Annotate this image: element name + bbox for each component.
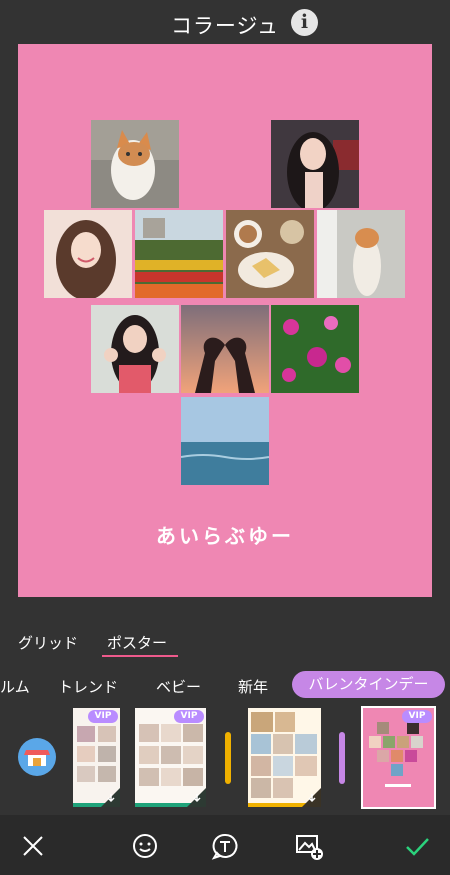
collage-canvas[interactable]: あいらぶゆー bbox=[18, 44, 432, 597]
category-baby[interactable]: ベビー bbox=[156, 676, 201, 697]
add-image-icon[interactable] bbox=[294, 831, 324, 861]
layout-tabs: グリッド ポスター bbox=[0, 628, 450, 658]
vip-badge: VIP bbox=[88, 710, 118, 723]
active-tab-indicator bbox=[102, 655, 178, 657]
category-film[interactable]: ルム bbox=[0, 676, 30, 697]
category-trend[interactable]: トレンド bbox=[58, 676, 118, 697]
page-title: コラージュ bbox=[170, 14, 280, 38]
template-thumb-1[interactable]: VIP bbox=[73, 708, 120, 807]
tab-poster[interactable]: ポスター bbox=[107, 632, 167, 653]
category-bar: ルム トレンド ベビー 新年 バレンタインデー bbox=[0, 670, 450, 700]
category-valentine[interactable]: バレンタインデー bbox=[292, 671, 445, 698]
photo-girl-dark-hair[interactable] bbox=[271, 120, 359, 208]
header: コラージュ i bbox=[0, 0, 450, 46]
photo-flower-garden[interactable] bbox=[135, 210, 223, 298]
template-divider bbox=[339, 732, 345, 784]
sticker-icon[interactable] bbox=[130, 831, 160, 861]
photo-ocean[interactable] bbox=[181, 397, 269, 485]
store-icon[interactable] bbox=[18, 738, 56, 776]
photo-heart-hands-sunset[interactable] bbox=[181, 305, 269, 393]
photo-cafe-table[interactable] bbox=[226, 210, 314, 298]
template-thumb-3[interactable] bbox=[248, 708, 321, 807]
info-icon[interactable]: i bbox=[291, 9, 318, 36]
tab-grid[interactable]: グリッド bbox=[18, 632, 78, 653]
photo-cat-peeking[interactable] bbox=[317, 210, 405, 298]
text-icon[interactable] bbox=[210, 831, 240, 861]
close-icon[interactable] bbox=[18, 831, 48, 861]
photo-cosmos-flowers[interactable] bbox=[271, 305, 359, 393]
photo-girl-smile[interactable] bbox=[44, 210, 132, 298]
template-divider bbox=[225, 732, 231, 784]
confirm-check-icon[interactable] bbox=[402, 831, 432, 861]
photo-girl-waving[interactable] bbox=[91, 305, 179, 393]
category-new-year[interactable]: 新年 bbox=[238, 676, 268, 697]
template-thumb-2[interactable]: VIP bbox=[135, 708, 206, 807]
template-thumb-4-selected[interactable]: VIP bbox=[361, 706, 436, 809]
collage-caption[interactable]: あいらぶゆー bbox=[18, 520, 432, 549]
photo-cat[interactable] bbox=[91, 120, 179, 208]
vip-badge: VIP bbox=[174, 710, 204, 723]
vip-badge: VIP bbox=[402, 710, 432, 723]
bottom-toolbar bbox=[0, 815, 450, 875]
